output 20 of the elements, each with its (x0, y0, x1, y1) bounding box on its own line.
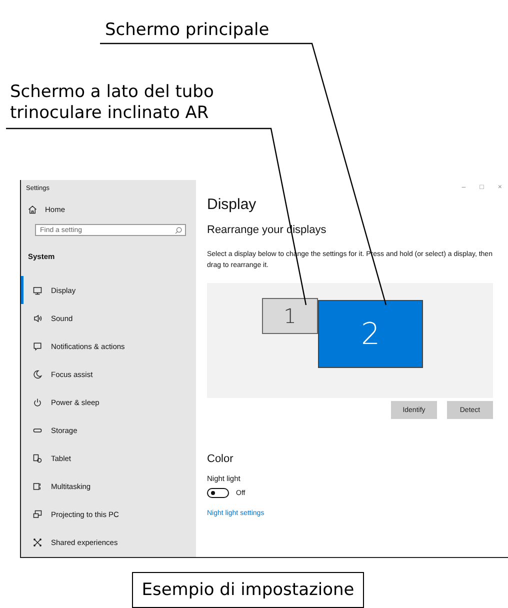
multitasking-icon (33, 482, 42, 490)
tablet-icon (33, 454, 42, 462)
monitor-icon (33, 286, 42, 294)
toggle-switch[interactable] (207, 488, 229, 498)
projecting-icon (33, 510, 42, 518)
speaker-icon (33, 314, 42, 322)
storage-icon (33, 426, 42, 434)
shared-icon (33, 538, 42, 546)
display-tile[interactable]: 1 (262, 298, 318, 334)
callout-label: Schermo principale (105, 20, 270, 41)
figure-caption: Esempio di impostazione (132, 572, 364, 608)
display-tile[interactable]: 2 (318, 300, 423, 368)
power-icon (33, 398, 42, 406)
home-icon (28, 204, 37, 214)
speech-bubble-icon (33, 342, 42, 350)
moon-icon (33, 370, 42, 378)
callout-label: Schermo a lato del tubo trinoculare inclinato AR (10, 82, 215, 124)
search-icon (175, 226, 182, 234)
page-heading: Display (207, 196, 258, 214)
section-heading: Color (207, 452, 234, 466)
